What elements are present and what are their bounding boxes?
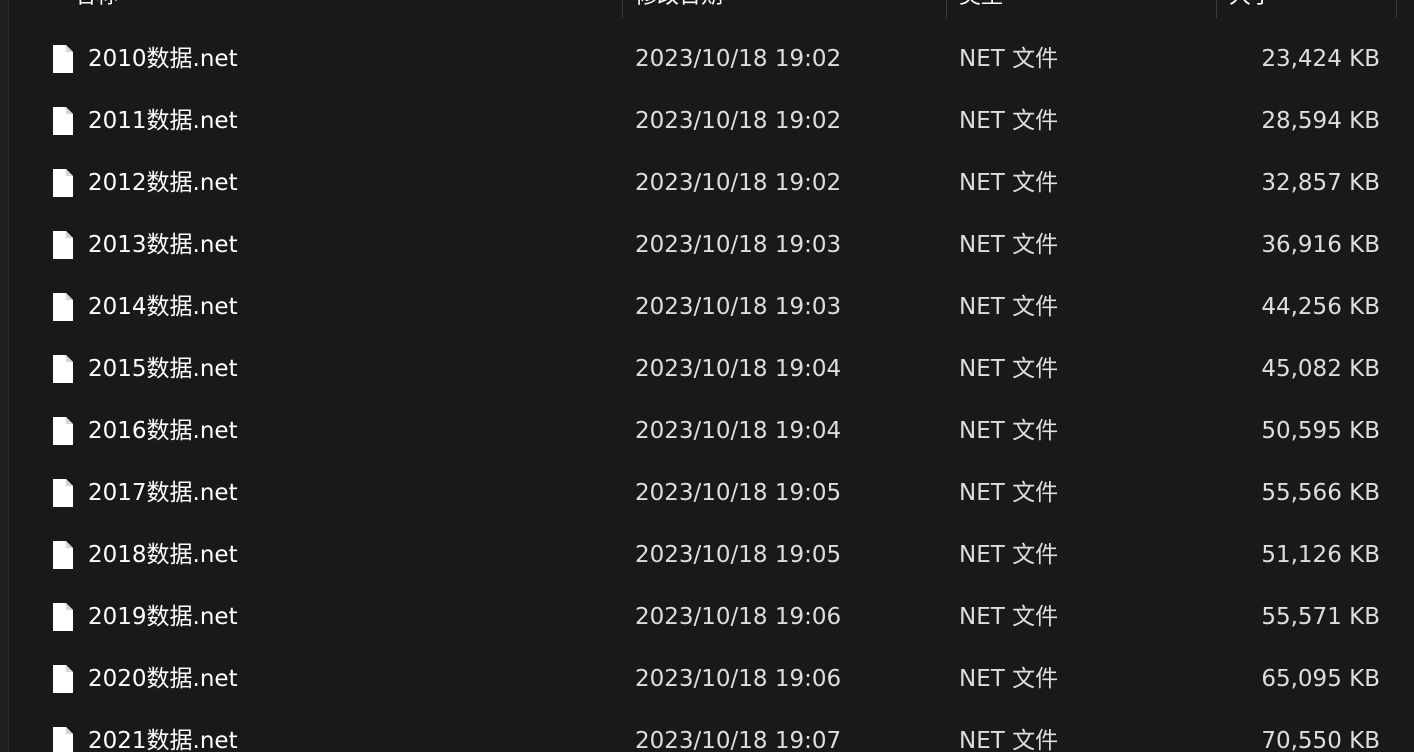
file-size: 70,550 KB [1261,728,1380,752]
file-icon [53,665,73,693]
file-row[interactable]: 2019数据.net 2023/10/18 19:06 NET 文件 55,57… [0,586,1414,648]
file-row[interactable]: 2012数据.net 2023/10/18 19:02 NET 文件 32,85… [0,152,1414,214]
column-divider[interactable] [622,0,623,18]
file-size: 36,916 KB [1261,232,1380,258]
file-date: 2023/10/18 19:06 [635,666,842,692]
file-date: 2023/10/18 19:02 [635,46,842,72]
file-size: 50,595 KB [1261,418,1380,444]
file-size: 44,256 KB [1261,294,1380,320]
file-name[interactable]: 2014数据.net [88,276,238,338]
file-date: 2023/10/18 19:03 [635,294,842,320]
file-date: 2023/10/18 19:07 [635,728,842,752]
file-name[interactable]: 2010数据.net [88,28,238,90]
file-row[interactable]: 2020数据.net 2023/10/18 19:06 NET 文件 65,09… [0,648,1414,710]
file-date: 2023/10/18 19:04 [635,356,842,382]
file-name[interactable]: 2021数据.net [88,710,238,752]
file-name[interactable]: 2011数据.net [88,90,238,152]
file-row[interactable]: 2011数据.net 2023/10/18 19:02 NET 文件 28,59… [0,90,1414,152]
column-header-name[interactable]: 名称 [74,0,118,18]
file-type: NET 文件 [959,480,1059,506]
file-row[interactable]: 2016数据.net 2023/10/18 19:04 NET 文件 50,59… [0,400,1414,462]
file-type: NET 文件 [959,604,1059,630]
file-size: 65,095 KB [1261,666,1380,692]
file-date: 2023/10/18 19:03 [635,232,842,258]
file-name[interactable]: 2017数据.net [88,462,238,524]
file-type: NET 文件 [959,294,1059,320]
file-type: NET 文件 [959,356,1059,382]
file-type: NET 文件 [959,46,1059,72]
file-row[interactable]: 2013数据.net 2023/10/18 19:03 NET 文件 36,91… [0,214,1414,276]
file-name[interactable]: 2020数据.net [88,648,238,710]
file-size: 32,857 KB [1261,170,1380,196]
column-header-type[interactable]: 类型 [959,0,1003,18]
file-size: 55,566 KB [1261,480,1380,506]
column-header: 名称 修改日期 类型 大小 [0,0,1414,18]
file-icon [53,45,73,73]
file-name[interactable]: 2016数据.net [88,400,238,462]
file-icon [53,107,73,135]
file-size: 28,594 KB [1261,108,1380,134]
file-row[interactable]: 2018数据.net 2023/10/18 19:05 NET 文件 51,12… [0,524,1414,586]
file-type: NET 文件 [959,232,1059,258]
file-icon [53,479,73,507]
column-divider[interactable] [946,0,947,18]
file-type: NET 文件 [959,418,1059,444]
file-icon [53,541,73,569]
file-size: 45,082 KB [1261,356,1380,382]
file-date: 2023/10/18 19:06 [635,604,842,630]
file-list: 2010数据.net 2023/10/18 19:02 NET 文件 23,42… [0,28,1414,752]
file-row[interactable]: 2021数据.net 2023/10/18 19:07 NET 文件 70,55… [0,710,1414,752]
file-date: 2023/10/18 19:02 [635,108,842,134]
file-name[interactable]: 2013数据.net [88,214,238,276]
file-row[interactable]: 2017数据.net 2023/10/18 19:05 NET 文件 55,56… [0,462,1414,524]
file-icon [53,231,73,259]
file-name[interactable]: 2019数据.net [88,586,238,648]
file-size: 51,126 KB [1261,542,1380,568]
column-header-size[interactable]: 大小 [1229,0,1273,18]
file-icon [53,169,73,197]
column-divider[interactable] [1216,0,1217,18]
file-name[interactable]: 2012数据.net [88,152,238,214]
file-date: 2023/10/18 19:05 [635,542,842,568]
file-size: 55,571 KB [1261,604,1380,630]
column-header-date[interactable]: 修改日期 [635,0,723,18]
file-type: NET 文件 [959,108,1059,134]
file-name[interactable]: 2015数据.net [88,338,238,400]
file-date: 2023/10/18 19:04 [635,418,842,444]
file-row[interactable]: 2015数据.net 2023/10/18 19:04 NET 文件 45,08… [0,338,1414,400]
file-name[interactable]: 2018数据.net [88,524,238,586]
file-icon [53,603,73,631]
file-row[interactable]: 2010数据.net 2023/10/18 19:02 NET 文件 23,42… [0,28,1414,90]
file-date: 2023/10/18 19:05 [635,480,842,506]
file-row[interactable]: 2014数据.net 2023/10/18 19:03 NET 文件 44,25… [0,276,1414,338]
file-icon [53,417,73,445]
file-date: 2023/10/18 19:02 [635,170,842,196]
file-type: NET 文件 [959,542,1059,568]
file-size: 23,424 KB [1261,46,1380,72]
file-icon [53,727,73,752]
file-icon [53,355,73,383]
column-divider[interactable] [1396,0,1397,18]
file-type: NET 文件 [959,728,1059,752]
file-icon [53,293,73,321]
file-type: NET 文件 [959,666,1059,692]
file-type: NET 文件 [959,170,1059,196]
